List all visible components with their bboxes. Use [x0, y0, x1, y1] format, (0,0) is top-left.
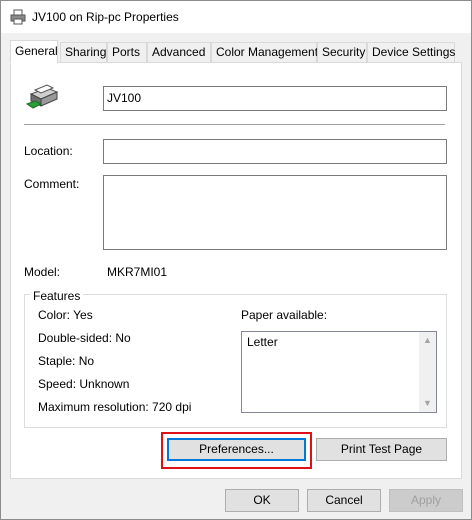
feature-staple: Staple: No [38, 354, 95, 368]
tab-sharing[interactable]: Sharing [60, 42, 107, 62]
tab-color-management[interactable]: Color Management [211, 42, 318, 62]
scrollbar[interactable]: ▲ ▼ [419, 332, 436, 412]
model-value: MKR7MI01 [107, 265, 168, 279]
feature-speed: Speed: Unknown [38, 377, 130, 391]
paper-list[interactable]: Letter ▲ ▼ [241, 331, 437, 413]
comment-label: Comment: [24, 177, 80, 191]
tab-device-settings[interactable]: Device Settings [367, 42, 455, 62]
model-label: Model: [24, 265, 61, 279]
paper-available-label: Paper available: [241, 308, 328, 322]
tab-ports[interactable]: Ports [107, 42, 147, 62]
location-label: Location: [24, 144, 73, 158]
cancel-button[interactable]: Cancel [307, 489, 381, 512]
scroll-down-icon[interactable]: ▼ [419, 395, 436, 412]
feature-max-resolution: Maximum resolution: 720 dpi [38, 400, 192, 414]
tab-security[interactable]: Security [317, 42, 367, 62]
feature-color: Color: Yes [38, 308, 93, 322]
list-item[interactable]: Letter [247, 335, 278, 349]
preferences-button[interactable]: Preferences... [167, 438, 306, 461]
location-field[interactable] [103, 139, 447, 164]
apply-button[interactable]: Apply [389, 489, 463, 512]
comment-field[interactable] [103, 175, 447, 250]
feature-double-sided: Double-sided: No [38, 331, 131, 345]
printer-device-icon [25, 84, 59, 109]
features-title: Features [30, 289, 84, 303]
tab-advanced[interactable]: Advanced [147, 42, 211, 62]
title-bar[interactable]: JV100 on Rip-pc Properties [1, 1, 471, 33]
ok-button[interactable]: OK [225, 489, 299, 512]
properties-dialog: JV100 on Rip-pc Properties General Shari… [0, 0, 472, 520]
separator [24, 124, 445, 125]
printer-icon [10, 9, 26, 25]
tab-strip: General Sharing Ports Advanced Color Man… [10, 40, 462, 64]
window-title: JV100 on Rip-pc Properties [32, 10, 179, 24]
scroll-up-icon[interactable]: ▲ [419, 332, 436, 349]
printer-name-field[interactable]: JV100 [103, 86, 447, 111]
tab-general[interactable]: General [10, 40, 58, 64]
print-test-page-button[interactable]: Print Test Page [316, 438, 447, 461]
